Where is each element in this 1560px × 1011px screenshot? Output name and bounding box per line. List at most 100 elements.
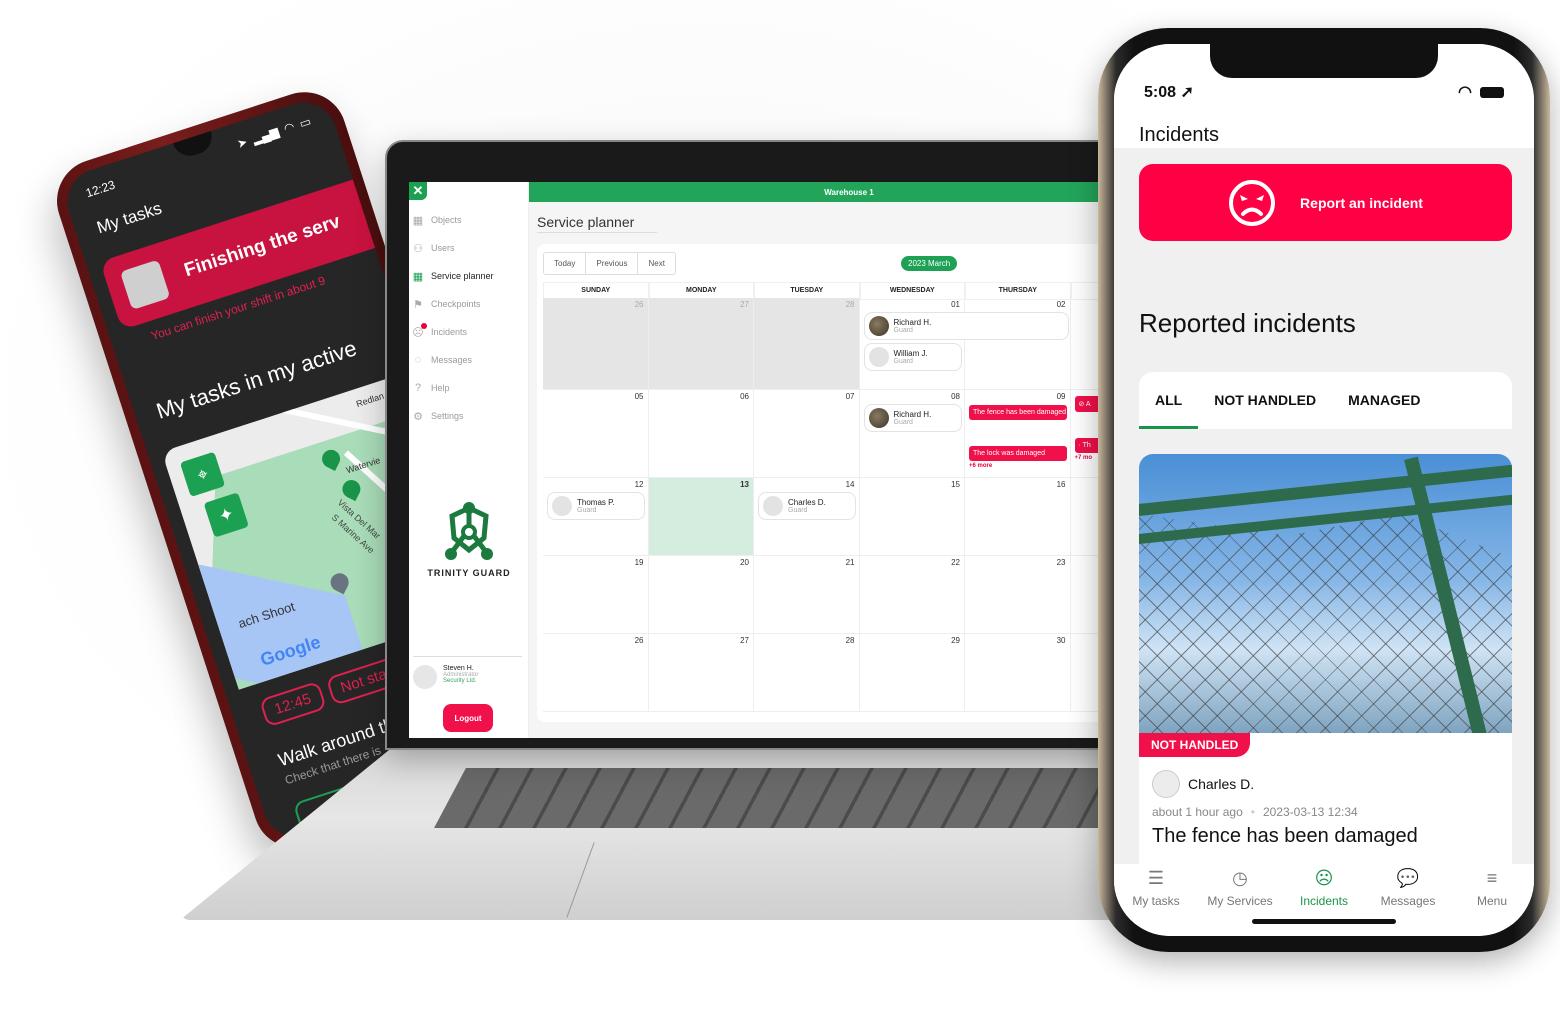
trinity-guard-logo-icon — [445, 502, 493, 560]
calendar-day-cell[interactable]: 07 — [754, 390, 860, 477]
sidebar-item-help[interactable]: ? Help — [411, 374, 528, 402]
day-number: 06 — [740, 392, 749, 401]
sidebar-item-label: Service planner — [431, 271, 494, 281]
day-number: 26 — [634, 636, 644, 645]
close-sidebar-button[interactable]: ✕ — [409, 182, 427, 200]
day-number: 20 — [740, 558, 749, 567]
avatar — [868, 408, 889, 428]
shift-card[interactable]: Charles D. Guard — [758, 492, 856, 520]
sidebar-item-incidents[interactable]: ☹ Incidents — [411, 318, 528, 346]
incident-photo — [1139, 454, 1512, 733]
incident-card[interactable]: NOT HANDLED Charles D. about 1 hour ago •… — [1139, 454, 1512, 874]
calendar-day-cell[interactable]: 01 Richard H. Guard William J. Guard — [860, 298, 1069, 389]
day-number: 28 — [845, 300, 855, 309]
day-number: 22 — [951, 558, 960, 567]
shift-card[interactable]: William J. Guard — [863, 343, 962, 371]
calendar-day-cell[interactable]: 23 — [965, 556, 1071, 633]
calendar-day-cell[interactable]: 02 — [965, 298, 1071, 389]
chat-icon: ◌ — [414, 354, 422, 366]
trackpad-edge — [566, 842, 595, 918]
day-number: 19 — [634, 558, 644, 567]
incident-event[interactable]: The lock was damaged — [969, 446, 1067, 461]
day-number: 27 — [740, 300, 749, 309]
clock-icon: ◷ — [1232, 868, 1248, 888]
calendar-day-cell[interactable]: 06 — [649, 390, 754, 477]
calendar-day-cell[interactable]: 22 — [860, 556, 965, 633]
battery-icon: ▭ — [297, 113, 313, 131]
nav-label: My tasks — [1132, 894, 1180, 908]
calendar-body: 26 27 28 01 Richard H. Guard William J. Guard 02… — [543, 298, 1129, 712]
today-button[interactable]: Today — [544, 253, 587, 274]
nav-menu[interactable]: ≡ Menu — [1452, 868, 1532, 936]
calendar-day-cell[interactable]: 30 — [965, 634, 1071, 711]
sidebar-item-service-planner[interactable]: ▦ Service planner — [411, 262, 528, 290]
nav-my-tasks[interactable]: ☰ My tasks — [1116, 868, 1196, 936]
signal-icon: ▂▄▆ — [250, 124, 281, 147]
previous-button[interactable]: Previous — [586, 253, 639, 274]
day-number: 30 — [1056, 636, 1066, 645]
calendar-day-cell[interactable]: 05 — [543, 390, 649, 477]
section-title: Reported incidents — [1139, 308, 1356, 338]
sidebar-item-users[interactable]: ⚇ Users — [411, 234, 528, 262]
calendar-day-cell[interactable]: 27 — [649, 634, 754, 711]
angry-face-icon: ☹ — [411, 323, 427, 339]
object-title-bar: Warehouse 1 — [529, 182, 1129, 202]
nav-my-services[interactable]: ◷ My Services — [1200, 868, 1280, 936]
calendar-day-cell[interactable]: 28 — [754, 298, 860, 389]
tab-not-handled[interactable]: NOT HANDLED — [1214, 372, 1316, 429]
calendar-week-row: 26 27 28 29 30 — [543, 634, 1129, 712]
calendar-day-cell[interactable]: 26 — [543, 298, 649, 389]
calendar-day-cell[interactable]: 29 — [860, 634, 965, 711]
logout-button[interactable]: Logout — [443, 704, 493, 732]
sidebar-item-objects[interactable]: ▦ Objects — [411, 206, 528, 234]
calendar-day-cell[interactable]: 08 Richard H. Guard — [860, 390, 965, 477]
wifi-icon: ◠ — [1458, 84, 1472, 101]
report-incident-button[interactable]: Report an incident — [1139, 164, 1512, 241]
day-number: 13 — [740, 480, 749, 489]
home-indicator[interactable] — [1252, 919, 1396, 924]
relative-time: about 1 hour ago — [1152, 805, 1243, 819]
incident-event[interactable]: The fence has been damaged — [969, 405, 1067, 420]
tab-managed[interactable]: MANAGED — [1348, 372, 1420, 429]
more-events-link[interactable]: +6 more — [969, 463, 1066, 469]
day-number: 02 — [1056, 300, 1066, 309]
avatar — [868, 347, 889, 367]
sidebar-item-settings[interactable]: ⚙ Settings — [411, 402, 528, 430]
sidebar-item-label: Help — [431, 383, 450, 393]
calendar-day-cell[interactable]: 12 Thomas P. Guard — [543, 478, 649, 555]
finish-checkbox[interactable] — [119, 259, 171, 310]
map-place-label: Redlan — [354, 390, 386, 410]
shift-card[interactable]: Thomas P. Guard — [547, 492, 645, 520]
calendar-day-cell[interactable]: 13 — [648, 478, 754, 555]
task-time-chip: 12:45 — [259, 680, 327, 728]
month-label: 2023 March — [901, 256, 958, 271]
current-user[interactable]: Steven H. Administrator Security Ltd. — [413, 656, 522, 689]
sidebar-item-messages[interactable]: ◌ Messages — [411, 346, 528, 374]
guard-name: Richard H. — [893, 410, 932, 419]
calendar-day-cell[interactable]: 19 — [543, 556, 649, 633]
calendar-day-cell[interactable]: 26 — [543, 634, 649, 711]
calendar-day-cell[interactable]: 28 — [754, 634, 860, 711]
day-number: 12 — [634, 480, 644, 489]
calendar-day-cell[interactable]: 14 Charles D. Guard — [754, 478, 860, 555]
nav-incidents[interactable]: ☹ Incidents — [1284, 868, 1364, 936]
sidebar-item-checkpoints[interactable]: ⚑ Checkpoints — [411, 290, 528, 318]
nav-label: Incidents — [1299, 894, 1349, 908]
nav-messages[interactable]: 💬 Messages — [1368, 868, 1448, 936]
calendar-week-row: 26 27 28 01 Richard H. Guard William J. Guard 02 — [543, 298, 1129, 390]
status-badge: NOT HANDLED — [1139, 733, 1251, 757]
next-button[interactable]: Next — [638, 253, 674, 274]
sidebar: ✕ ▦ Objects ⚇ Users ▦ Service planner ⚑ Checkpo… — [409, 182, 529, 738]
tab-all[interactable]: ALL — [1138, 372, 1199, 429]
calendar-day-cell[interactable]: 16 — [965, 478, 1071, 555]
calendar-day-cell[interactable]: 15 — [860, 478, 965, 555]
shift-card[interactable]: Richard H. Guard — [863, 404, 962, 432]
guard-name: William J. — [893, 349, 928, 358]
day-number: 23 — [1056, 558, 1066, 567]
calendar-day-cell[interactable]: 27 — [648, 298, 754, 389]
calendar-day-cell[interactable]: 09 The fence has been damaged The lock was… — [965, 390, 1071, 477]
calendar-day-cell[interactable]: 20 — [649, 556, 754, 633]
sidebar-item-label: Checkpoints — [431, 299, 481, 309]
calendar-day-cell[interactable]: 21 — [754, 556, 860, 633]
guard-name: Richard H. — [893, 318, 932, 327]
